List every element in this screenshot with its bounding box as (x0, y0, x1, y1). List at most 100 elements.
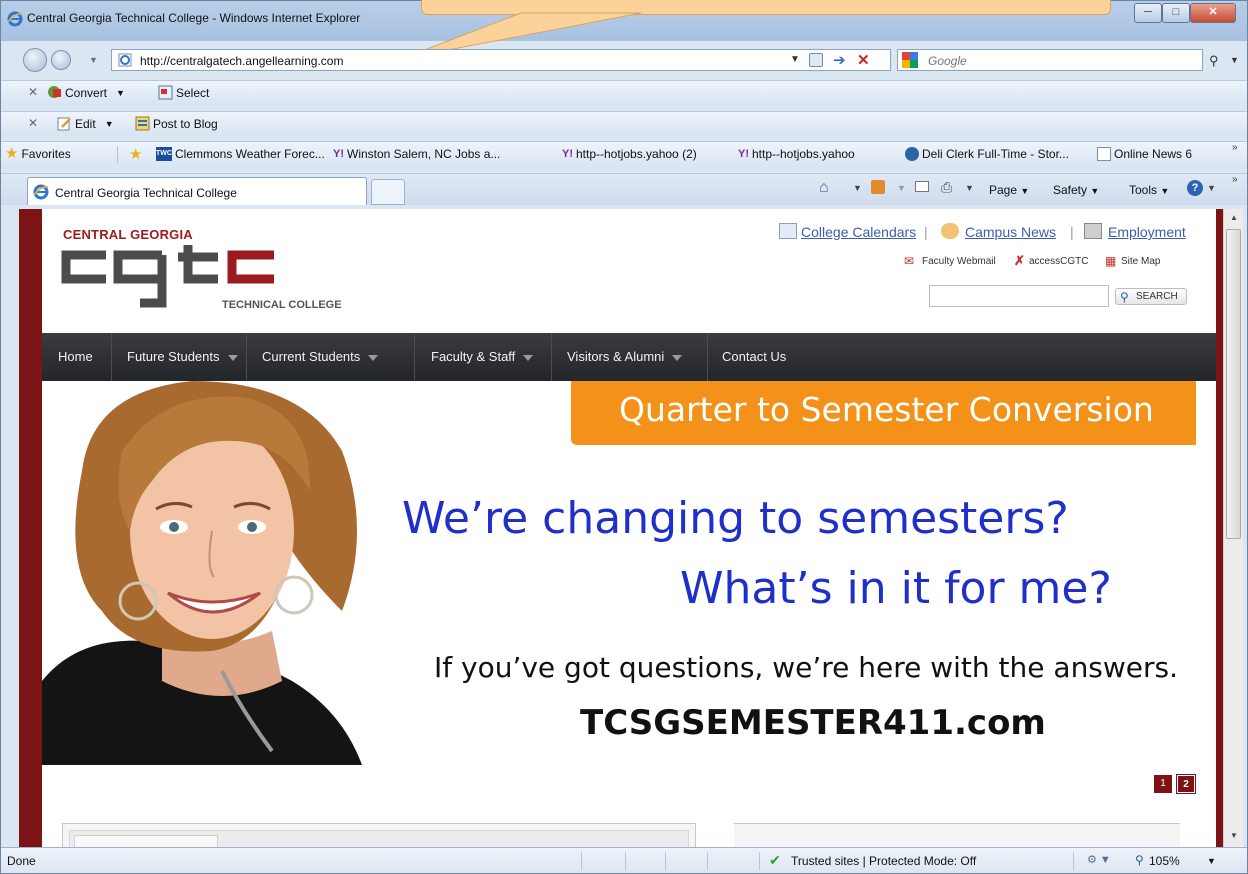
tab-central-georgia[interactable]: Central Georgia Technical College (27, 177, 367, 205)
home-dropdown-icon[interactable]: ▼ (853, 183, 862, 193)
caret-down-icon (368, 354, 379, 361)
mail-icon[interactable] (915, 181, 929, 192)
tools-menu[interactable]: Tools ▼ (1129, 183, 1169, 197)
edit-button[interactable]: Edit ▼ (57, 116, 114, 131)
site-map-link[interactable]: Site Map (1121, 256, 1160, 267)
zoom-level[interactable]: 105% (1149, 854, 1180, 868)
link-separator: | (924, 224, 928, 240)
trusted-check-icon: ✔ (769, 852, 781, 868)
close-toolbar-icon[interactable]: ✕ (28, 116, 38, 130)
help-dropdown-icon[interactable]: ▼ (1207, 183, 1216, 193)
nav-current-students[interactable]: Current Students (262, 349, 379, 364)
college-calendars-link[interactable]: College Calendars (801, 224, 916, 240)
edit-dropdown-icon[interactable]: ▼ (105, 119, 114, 129)
search-options-dropdown-icon[interactable]: ▼ (1230, 55, 1239, 65)
zoom-dropdown-icon[interactable]: ▼ (1207, 856, 1216, 866)
address-url[interactable]: http://centralgatech.angellearning.com (140, 54, 343, 68)
nav-label: Faculty & Staff (431, 349, 516, 364)
site-search-label: SEARCH (1136, 291, 1178, 302)
home-icon[interactable]: ⌂ (819, 179, 829, 197)
access-cgtc-link[interactable]: accessCGTC (1029, 256, 1088, 267)
favorite-link-jobs[interactable]: Y! Winston Salem, NC Jobs a... (333, 147, 500, 161)
search-magnifier-icon[interactable]: ⚲ (1209, 53, 1219, 69)
address-dropdown-icon[interactable]: ▼ (790, 54, 800, 65)
panel-tab[interactable] (74, 835, 218, 847)
site-search-input[interactable] (929, 285, 1109, 307)
add-favorite-icon[interactable]: ★ (129, 145, 142, 163)
nav-label: Visitors & Alumni (567, 349, 665, 364)
nav-visitors-alumni[interactable]: Visitors & Alumni (567, 349, 683, 364)
convert-dropdown-icon[interactable]: ▼ (116, 88, 125, 98)
favorite-link-hotjobs-2[interactable]: Y! http--hotjobs.yahoo (2) (562, 147, 697, 161)
status-divider (665, 852, 666, 870)
scroll-down-arrow-icon[interactable]: ▼ (1230, 831, 1238, 840)
content-panel-right (734, 823, 1180, 847)
forward-button[interactable] (51, 50, 71, 70)
compatibility-view-icon[interactable] (809, 53, 823, 67)
close-toolbar-icon[interactable]: ✕ (28, 85, 38, 99)
banner-url[interactable]: TCSGSEMESTER411.com (580, 703, 1046, 743)
promo-banner[interactable]: Quarter to Semester Conversion We’re cha… (42, 381, 1216, 765)
scroll-up-arrow-icon[interactable]: ▲ (1230, 213, 1238, 222)
favorites-button[interactable]: ★ Favorites (5, 145, 71, 162)
nav-home[interactable]: Home (58, 349, 93, 364)
slide-2-button[interactable]: 2 (1176, 774, 1196, 794)
cgtc-logo[interactable]: cgtc (60, 245, 350, 325)
search-placeholder: Google (928, 54, 967, 68)
campus-news-link[interactable]: Campus News (965, 224, 1056, 240)
favorite-link-deli-clerk[interactable]: Deli Clerk Full-Time - Stor... (905, 147, 1069, 161)
page-menu[interactable]: Page ▼ (989, 183, 1029, 197)
favorite-link-online-news[interactable]: Online News 6 (1097, 147, 1192, 161)
site-navigation: Home Future Students Current Students Fa… (42, 333, 1216, 381)
select-icon (158, 85, 173, 100)
new-tab-button[interactable] (371, 179, 405, 205)
favorite-link-weather[interactable]: TWC Clemmons Weather Forec... (156, 147, 325, 161)
security-zone[interactable]: Trusted sites | Protected Mode: Off (791, 854, 976, 868)
page-icon (118, 53, 132, 67)
go-arrow-icon[interactable]: ➔ (833, 51, 846, 69)
address-bar[interactable]: http://centralgatech.angellearning.com ▼… (111, 49, 891, 71)
select-button[interactable]: Select (158, 85, 209, 100)
nav-divider (246, 333, 247, 381)
favorites-star-icon: ★ (5, 145, 19, 162)
site-search-button[interactable]: ⚲ SEARCH (1115, 288, 1187, 305)
favorite-label: http--hotjobs.yahoo (2) (576, 147, 697, 161)
faculty-webmail-link[interactable]: Faculty Webmail (922, 256, 996, 267)
post-to-blog-label: Post to Blog (153, 116, 218, 131)
favorite-link-hotjobs[interactable]: Y! http--hotjobs.yahoo (738, 147, 855, 161)
magnifier-icon: ⚲ (1120, 290, 1129, 304)
banner-tagline: If you’ve got questions, we’re here with… (434, 651, 1179, 684)
access-cgtc-icon: ✗ (1014, 253, 1025, 268)
convert-icon (48, 86, 61, 98)
employment-link[interactable]: Employment (1108, 224, 1186, 240)
help-icon[interactable]: ? (1187, 180, 1203, 196)
recent-pages-dropdown-icon[interactable]: ▼ (89, 55, 98, 65)
feeds-dropdown-icon[interactable]: ▼ (897, 183, 906, 193)
stop-icon[interactable]: ✕ (857, 51, 870, 69)
edit-label: Edit (75, 116, 96, 131)
nav-future-students[interactable]: Future Students (127, 349, 238, 364)
convert-button[interactable]: Convert ▼ (47, 85, 125, 100)
convert-label: Convert (65, 85, 108, 100)
search-box[interactable]: Google (897, 49, 1203, 71)
feeds-icon[interactable] (871, 180, 885, 194)
safety-menu[interactable]: Safety ▼ (1053, 183, 1099, 197)
back-button[interactable] (23, 48, 47, 72)
more-commands-chevron-icon[interactable]: » (1232, 174, 1238, 185)
post-to-blog-button[interactable]: Post to Blog (135, 116, 218, 131)
protection-icon[interactable]: ⚙ ▼ (1087, 853, 1111, 866)
nav-label: Future Students (127, 349, 220, 364)
print-dropdown-icon[interactable]: ▼ (965, 183, 974, 193)
nav-divider (414, 333, 415, 381)
nav-faculty-staff[interactable]: Faculty & Staff (431, 349, 534, 364)
slide-1-button[interactable]: 1 (1154, 775, 1172, 793)
status-bar: Done ✔ Trusted sites | Protected Mode: O… (1, 847, 1247, 873)
favorite-label: Clemmons Weather Forec... (175, 147, 325, 161)
print-icon[interactable]: ⎙ (941, 179, 952, 196)
zoom-icon[interactable]: ⚲ (1135, 853, 1144, 867)
nav-divider (551, 333, 552, 381)
vertical-scrollbar[interactable]: ▲ ▼ (1223, 209, 1243, 847)
nav-contact-us[interactable]: Contact Us (722, 349, 786, 364)
more-favorites-chevron-icon[interactable]: » (1232, 142, 1238, 153)
scroll-thumb[interactable] (1226, 229, 1241, 539)
